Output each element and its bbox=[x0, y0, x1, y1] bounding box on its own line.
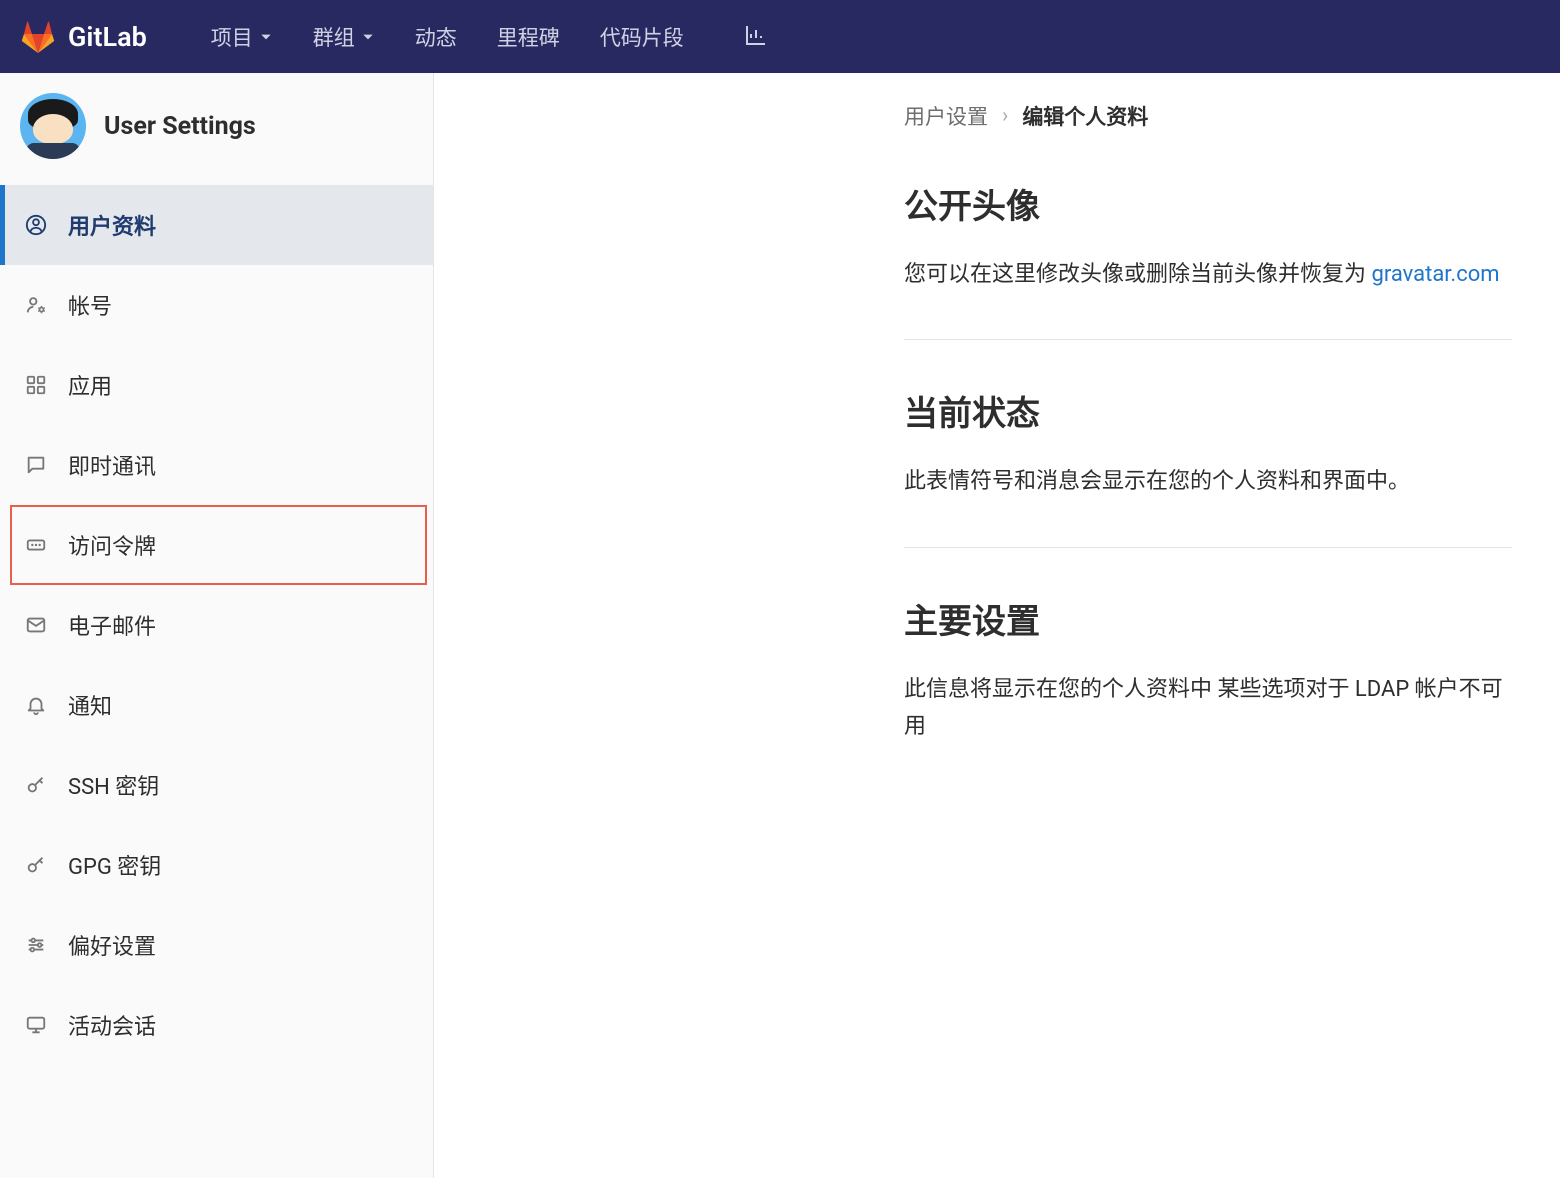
section-title: 公开头像 bbox=[904, 179, 1512, 228]
brand-logo[interactable]: GitLab bbox=[20, 19, 147, 55]
section-title: 当前状态 bbox=[904, 386, 1512, 435]
key-icon bbox=[24, 773, 48, 797]
sidebar-item-notifications[interactable]: 通知 bbox=[0, 665, 433, 745]
mail-icon bbox=[24, 613, 48, 637]
sidebar-title: User Settings bbox=[104, 112, 256, 141]
sidebar-item-label: GPG 密钥 bbox=[68, 849, 161, 881]
sidebar-item-label: 活动会话 bbox=[68, 1009, 156, 1041]
section-title: 主要设置 bbox=[904, 594, 1512, 643]
breadcrumb-current: 编辑个人资料 bbox=[1022, 101, 1148, 131]
token-icon bbox=[24, 533, 48, 557]
nav-milestones[interactable]: 里程碑 bbox=[477, 12, 580, 62]
sidebar-item-applications[interactable]: 应用 bbox=[0, 345, 433, 425]
sidebar-item-label: 访问令牌 bbox=[68, 529, 156, 561]
chart-icon bbox=[744, 23, 768, 47]
section-desc: 您可以在这里修改头像或删除当前头像并恢复为 gravatar.com bbox=[904, 256, 1512, 293]
sidebar-item-preferences[interactable]: 偏好设置 bbox=[0, 905, 433, 985]
sidebar-item-chat[interactable]: 即时通讯 bbox=[0, 425, 433, 505]
monitor-icon bbox=[24, 1013, 48, 1037]
sidebar-item-profile[interactable]: 用户资料 bbox=[0, 185, 433, 265]
breadcrumb-parent[interactable]: 用户设置 bbox=[904, 101, 988, 131]
sidebar-item-account[interactable]: 帐号 bbox=[0, 265, 433, 345]
nav-snippets[interactable]: 代码片段 bbox=[580, 12, 704, 62]
sidebar-header: User Settings bbox=[0, 73, 433, 185]
nav-groups[interactable]: 群组 bbox=[293, 12, 395, 62]
brand-text: GitLab bbox=[68, 21, 147, 53]
section-desc: 此表情符号和消息会显示在您的个人资料和界面中。 bbox=[904, 463, 1512, 500]
section-main-settings: 主要设置 此信息将显示在您的个人资料中 某些选项对于 LDAP 帐户不可用 bbox=[904, 594, 1512, 792]
breadcrumb: 用户设置 › 编辑个人资料 bbox=[904, 101, 1512, 131]
breadcrumb-separator: › bbox=[1002, 104, 1008, 128]
chevron-down-icon bbox=[259, 30, 273, 44]
topbar: GitLab 项目 群组 动态 里程碑 代码片段 bbox=[0, 0, 1560, 73]
sidebar-list: 用户资料 帐号 应用 即时通讯 bbox=[0, 185, 433, 1065]
gravatar-link[interactable]: gravatar.com bbox=[1371, 262, 1499, 287]
nav-projects[interactable]: 项目 bbox=[191, 12, 293, 62]
sidebar-item-label: SSH 密钥 bbox=[68, 769, 159, 801]
section-desc: 此信息将显示在您的个人资料中 某些选项对于 LDAP 帐户不可用 bbox=[904, 671, 1512, 746]
section-status: 当前状态 此表情符号和消息会显示在您的个人资料和界面中。 bbox=[904, 386, 1512, 547]
sidebar-item-access-tokens[interactable]: 访问令牌 bbox=[10, 505, 427, 585]
sidebar-item-label: 即时通讯 bbox=[68, 449, 156, 481]
user-circle-icon bbox=[24, 213, 48, 237]
nav-activity[interactable]: 动态 bbox=[395, 12, 477, 62]
main-content: 用户设置 › 编辑个人资料 公开头像 您可以在这里修改头像或删除当前头像并恢复为… bbox=[434, 73, 1560, 1178]
sliders-icon bbox=[24, 933, 48, 957]
section-avatar: 公开头像 您可以在这里修改头像或删除当前头像并恢复为 gravatar.com bbox=[904, 179, 1512, 340]
analytics-button[interactable] bbox=[728, 13, 784, 61]
sidebar-item-emails[interactable]: 电子邮件 bbox=[0, 585, 433, 665]
chat-icon bbox=[24, 453, 48, 477]
sidebar-item-ssh-keys[interactable]: SSH 密钥 bbox=[0, 745, 433, 825]
gear-user-icon bbox=[24, 293, 48, 317]
sidebar-item-active-sessions[interactable]: 活动会话 bbox=[0, 985, 433, 1065]
user-avatar[interactable] bbox=[20, 93, 86, 159]
sidebar-item-label: 帐号 bbox=[68, 289, 112, 321]
sidebar-item-gpg-keys[interactable]: GPG 密钥 bbox=[0, 825, 433, 905]
sidebar-item-label: 通知 bbox=[68, 689, 112, 721]
sidebar-item-label: 用户资料 bbox=[68, 209, 156, 241]
sidebar-item-label: 偏好设置 bbox=[68, 929, 156, 961]
gitlab-icon bbox=[20, 19, 56, 55]
sidebar-item-label: 电子邮件 bbox=[68, 609, 156, 641]
key-icon bbox=[24, 853, 48, 877]
grid-icon bbox=[24, 373, 48, 397]
chevron-down-icon bbox=[361, 30, 375, 44]
bell-icon bbox=[24, 693, 48, 717]
topbar-nav: 项目 群组 动态 里程碑 代码片段 bbox=[191, 12, 704, 62]
sidebar: User Settings 用户资料 帐号 应用 bbox=[0, 73, 434, 1178]
sidebar-item-label: 应用 bbox=[68, 369, 112, 401]
